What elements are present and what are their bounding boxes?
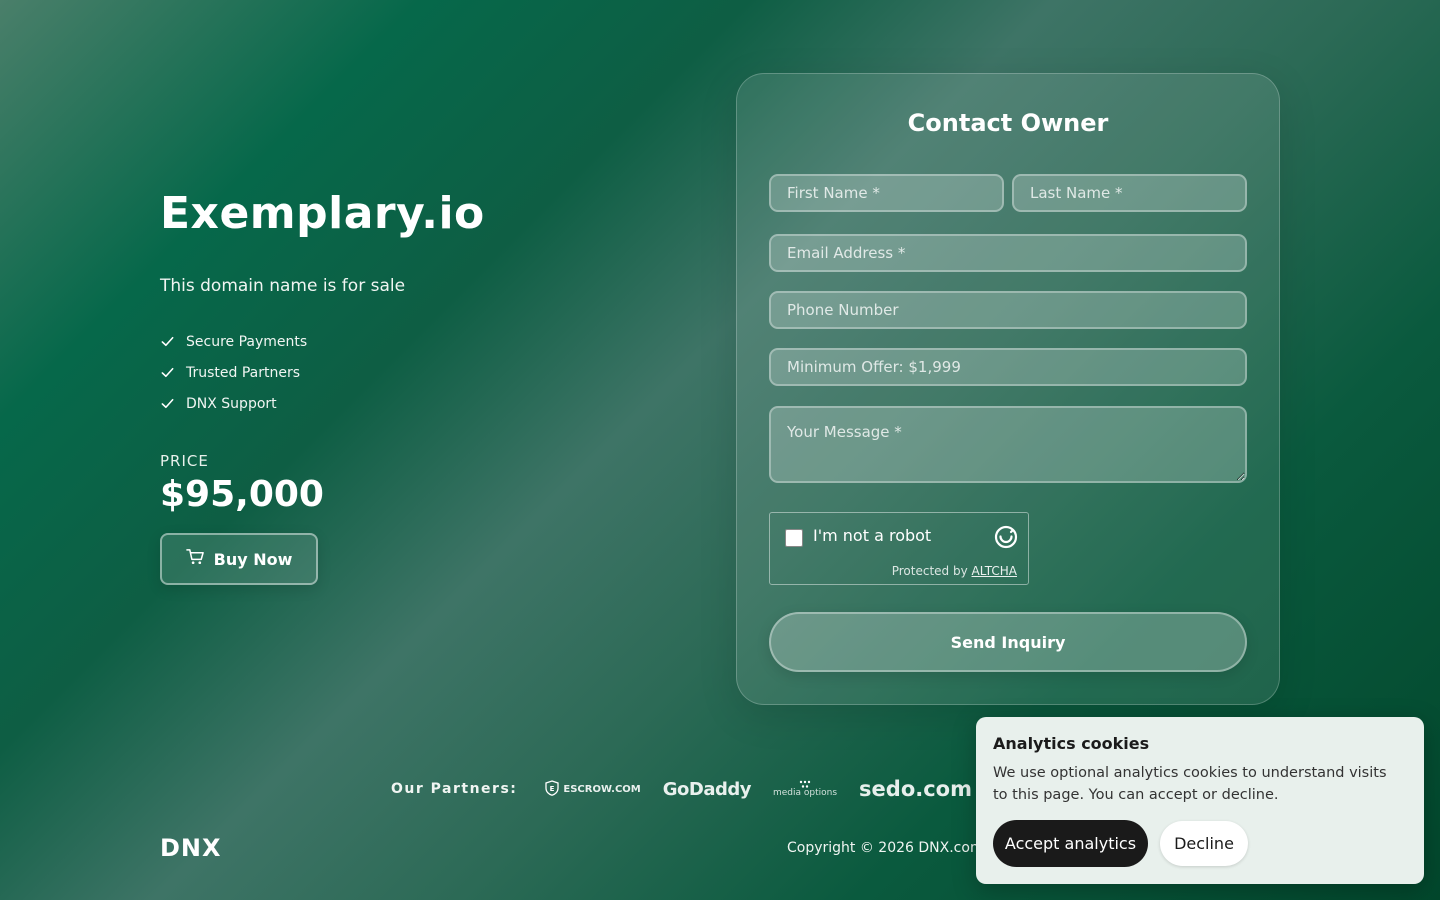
buy-now-button[interactable]: Buy Now: [160, 533, 318, 585]
domain-title: Exemplary.io: [160, 188, 485, 239]
cookie-banner: Analytics cookies We use optional analyt…: [976, 717, 1424, 884]
feature-list: Secure Payments Trusted Partners DNX Sup…: [160, 326, 307, 419]
message-textarea[interactable]: [769, 406, 1247, 483]
partners-bar: Our Partners: E ESCROW.COM GoDaddy media…: [391, 770, 1036, 808]
offer-input[interactable]: [769, 348, 1247, 386]
captcha-protected-text: Protected by ALTCHA: [892, 564, 1017, 578]
partner-escrow: E ESCROW.COM: [545, 779, 641, 799]
escrow-label: ESCROW.COM: [563, 783, 641, 795]
cookie-text: We use optional analytics cookies to und…: [993, 765, 1387, 803]
check-icon: [160, 334, 186, 349]
escrow-shield-icon: E: [545, 779, 560, 799]
cart-icon: [185, 548, 205, 570]
altcha-link[interactable]: ALTCHA: [972, 564, 1017, 578]
media-options-label: media options: [773, 788, 838, 798]
copyright-text: Copyright © 2026 DNX.com: [787, 840, 984, 856]
partners-label: Our Partners:: [391, 781, 518, 797]
send-inquiry-button[interactable]: Send Inquiry: [769, 612, 1247, 672]
email-input[interactable]: [769, 234, 1247, 272]
feature-label: DNX Support: [186, 395, 277, 412]
for-sale-subtitle: This domain name is for sale: [160, 276, 406, 296]
form-title: Contact Owner: [907, 109, 1109, 137]
captcha-label: I'm not a robot: [813, 526, 932, 545]
decline-button[interactable]: Decline: [1160, 821, 1248, 866]
price-label: PRICE: [160, 452, 209, 470]
partner-sedo: sedo.com: [859, 777, 972, 801]
check-icon: [160, 396, 186, 411]
accept-analytics-button[interactable]: Accept analytics: [993, 820, 1148, 867]
phone-input[interactable]: [769, 291, 1247, 329]
last-name-input[interactable]: [1012, 174, 1247, 212]
partner-godaddy: GoDaddy: [662, 778, 752, 800]
feature-label: Secure Payments: [186, 333, 308, 350]
altcha-icon: [994, 525, 1018, 553]
contact-form-card: Contact Owner I'm not a robot Protected …: [736, 73, 1280, 705]
partner-media-options: media options: [773, 780, 837, 798]
feature-item: Trusted Partners: [160, 357, 307, 388]
captcha-checkbox[interactable]: [785, 529, 803, 547]
cookie-title: Analytics cookies: [993, 734, 1150, 753]
feature-label: Trusted Partners: [186, 364, 301, 381]
check-icon: [160, 365, 186, 380]
feature-item: Secure Payments: [160, 326, 307, 357]
protected-by-label: Protected by: [891, 564, 968, 578]
dnx-logo[interactable]: DNX: [160, 834, 222, 862]
svg-text:E: E: [550, 785, 555, 793]
buy-now-label: Buy Now: [213, 549, 293, 569]
first-name-input[interactable]: [769, 174, 1004, 212]
feature-item: DNX Support: [160, 388, 307, 419]
captcha-widget: I'm not a robot Protected by ALTCHA: [769, 512, 1029, 585]
price-value: $95,000: [160, 474, 324, 515]
